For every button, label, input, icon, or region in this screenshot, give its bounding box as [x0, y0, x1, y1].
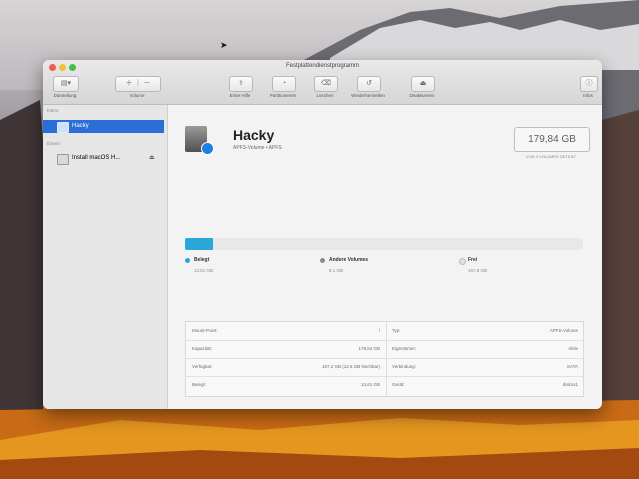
- table-row: Belegt: 13,61 GB Gerät: disk1s1: [186, 376, 583, 394]
- sidebar-item-label: Hacky: [72, 123, 89, 129]
- volume-name: Hacky: [233, 127, 275, 143]
- connection-label: Verbindung:: [392, 364, 417, 369]
- title-bar: Festplattendienstprogramm ▤▾ Darstellung…: [43, 60, 602, 105]
- table-row: Mount-Point: / Typ: APFS-Volume: [186, 322, 583, 341]
- volume-size-subtitle: VON 4 VOLUMES GETEILT: [525, 154, 577, 159]
- capacity-label: Kapazität:: [192, 346, 213, 351]
- legend-other-swatch: [320, 258, 325, 263]
- legend-other-title: Andere Volumes: [329, 257, 369, 263]
- available-value: 167,2 GB (12,6 GB löschbar): [321, 364, 380, 369]
- available-label: Verfügbar:: [192, 364, 213, 369]
- sidebar-item-label: Install macOS H...: [72, 155, 121, 161]
- disk-icon: [57, 122, 69, 133]
- legend-used-value: 13,61 GB: [194, 268, 214, 273]
- disk-icon: [57, 154, 69, 165]
- info-button[interactable]: ⓘ: [580, 76, 598, 92]
- type-label: Typ:: [392, 328, 401, 333]
- sidebar-icon: ▤▾: [60, 80, 72, 87]
- capacity-value: 179,84 GB: [358, 346, 380, 351]
- sidebar-item-install-macos[interactable]: Install macOS H... ⏏: [43, 152, 164, 165]
- main-pane: Hacky APFS-Volume • APFS 179,84 GB VON 4…: [168, 105, 602, 409]
- mount-point-label: Mount-Point:: [192, 328, 218, 333]
- usage-bar: [185, 238, 583, 250]
- owners-label: Eigentümer:: [392, 346, 417, 351]
- table-row: Verfügbar: 167,2 GB (12,6 GB löschbar) V…: [186, 358, 583, 377]
- legend-free-swatch: [459, 258, 466, 265]
- legend-free-title: Frei: [468, 257, 478, 263]
- volume-size-box: 179,84 GB: [514, 127, 590, 152]
- volume-subtitle: APFS-Volume • APFS: [233, 145, 282, 151]
- restore-label: Wiederherstellen: [351, 93, 385, 98]
- legend-free-value: 157,9 GB: [468, 268, 488, 273]
- device-label: Gerät:: [392, 382, 405, 387]
- owners-value: Aktiv: [568, 346, 578, 351]
- view-label: Darstellung: [53, 93, 77, 98]
- used-label: Belegt:: [192, 382, 207, 387]
- disk-utility-window: Festplattendienstprogramm ▤▾ Darstellung…: [43, 60, 602, 409]
- sidebar-section-external: Extern: [47, 141, 61, 146]
- connection-value: SATA: [566, 364, 578, 369]
- usage-bar-fill: [185, 238, 213, 250]
- device-value: disk1s1: [562, 382, 578, 387]
- eject-icon[interactable]: ⏏: [149, 154, 155, 161]
- first-aid-button[interactable]: ⚕: [229, 76, 253, 92]
- apfs-badge-icon: [201, 142, 214, 155]
- info-icon: ⓘ: [585, 80, 593, 87]
- sidebar: Intern Hacky Extern Install macOS H... ⏏: [43, 105, 168, 409]
- volume-button[interactable]: ＋ ｜ －: [115, 76, 161, 92]
- type-value: APFS-Volume: [549, 328, 578, 333]
- first-aid-label: Erste Hilfe: [229, 93, 251, 98]
- sidebar-section-internal: Intern: [47, 108, 59, 113]
- erase-icon: ⌫: [321, 80, 331, 87]
- legend-used-swatch: [185, 258, 190, 263]
- info-label: Infos: [583, 93, 593, 98]
- restore-button[interactable]: ↺: [357, 76, 381, 92]
- partition-label: Partitionieren: [269, 93, 297, 98]
- sidebar-item-hacky[interactable]: Hacky: [43, 120, 164, 133]
- partition-icon: ◔: [281, 80, 287, 87]
- legend-other-value: 8,1 GB: [329, 268, 344, 273]
- erase-button[interactable]: ⌫: [314, 76, 338, 92]
- used-value: 13,61 GB: [360, 382, 380, 387]
- table-row: Kapazität: 179,84 GB Eigentümer: Aktiv: [186, 340, 583, 359]
- erase-label: Löschen: [316, 93, 334, 98]
- legend-used-title: Belegt: [194, 257, 210, 263]
- mouse-cursor-icon: ➤: [220, 40, 228, 50]
- volume-label: Volume: [129, 93, 145, 98]
- unmount-label: Deaktivieren: [409, 93, 435, 98]
- volume-icon: ＋ ｜ －: [125, 80, 151, 87]
- stethoscope-icon: ⚕: [239, 80, 243, 87]
- unmount-button[interactable]: ⏏: [411, 76, 435, 92]
- mount-point-value: /: [378, 328, 380, 333]
- unmount-icon: ⏏: [419, 80, 427, 87]
- partition-button[interactable]: ◔: [272, 76, 296, 92]
- volume-size: 179,84 GB: [528, 134, 576, 145]
- window-title: Festplattendienstprogramm: [285, 63, 360, 69]
- restore-icon: ↺: [366, 80, 372, 87]
- info-table: Mount-Point: / Typ: APFS-Volume Kapazitä…: [185, 321, 584, 397]
- view-button[interactable]: ▤▾: [53, 76, 79, 92]
